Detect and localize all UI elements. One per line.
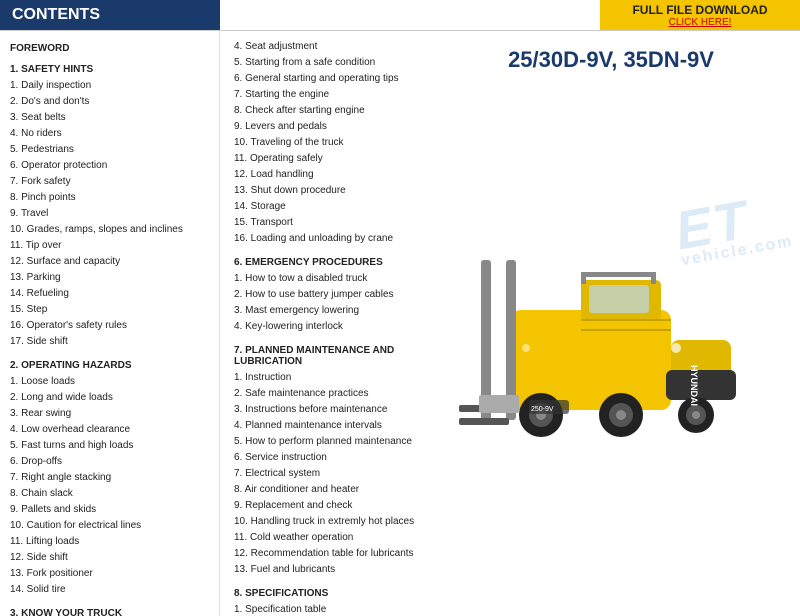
download-area[interactable]: FULL FILE DOWNLOAD CLICK HERE! [600,0,800,30]
section-title: 6. EMERGENCY PROCEDURES [234,257,426,268]
list-item: 4. Key-lowering interlock [234,319,426,335]
list-item: 12. Side shift [10,550,209,566]
list-item: 2. How to use battery jumper cables [234,287,426,303]
list-item: 11. Cold weather operation [234,530,426,546]
list-item: 11. Lifting loads [10,534,209,550]
contents-title: CONTENTS [12,6,100,24]
right-top: 4. Seat adjustment5. Starting from a saf… [234,39,786,616]
model-title: 25/30D-9V, 35DN-9V [508,47,714,73]
list-item: 9. Replacement and check [234,498,426,514]
list-item: 5. Pedestrians [10,142,209,158]
download-sub[interactable]: CLICK HERE! [669,17,732,28]
contents-label: CONTENTS [0,0,220,30]
list-item: 8. Air conditioner and heater [234,482,426,498]
list-item: 14. Refueling [10,286,209,302]
list-item: 1. Instruction [234,370,426,386]
list-item: 7. Right angle stacking [10,470,209,486]
list-item: 10. Handling truck in extremly hot place… [234,514,426,530]
list-item: 3. Instructions before maintenance [234,402,426,418]
list-item: 17. Side shift [10,334,209,350]
list-item: 16. Loading and unloading by crane [234,231,426,247]
list-item: 4. Low overhead clearance [10,422,209,438]
list-item: 3. Mast emergency lowering [234,303,426,319]
list-item: 12. Recommendation table for lubricants [234,546,426,562]
section-title: 3. KNOW YOUR TRUCK [10,608,209,616]
right-right: ET vehicle.com 25/30D-9V, 35DN-9V [426,39,786,616]
svg-text:250-9V: 250-9V [531,406,554,413]
download-title: FULL FILE DOWNLOAD [632,3,767,17]
list-item: 12. Surface and capacity [10,254,209,270]
list-item: 7. Fork safety [10,174,209,190]
list-item: 5. Starting from a safe condition [234,55,426,71]
right-sections: 6. EMERGENCY PROCEDURES 1. How to tow a d… [234,257,426,616]
left-sections: 1. SAFETY HINTS 1. Daily inspection2. Do'… [10,64,209,616]
section-title: 7. PLANNED MAINTENANCE AND LUBRICATION [234,345,426,367]
list-item: 6. Operator protection [10,158,209,174]
list-item: 10. Grades, ramps, slopes and inclines [10,222,209,238]
page-header: CONTENTS FULL FILE DOWNLOAD CLICK HERE! [0,0,800,30]
list-item: 2. Long and wide loads [10,390,209,406]
list-item: 13. Fork positioner [10,566,209,582]
list-item: 12. Load handling [234,167,426,183]
list-item: 1. Daily inspection [10,78,209,94]
list-item: 6. Service instruction [234,450,426,466]
list-item: 3. Rear swing [10,406,209,422]
list-item: 4. Seat adjustment [234,39,426,55]
list-item: 7. Electrical system [234,466,426,482]
svg-text:HYUNDAI: HYUNDAI [689,365,699,406]
list-item: 13. Shut down procedure [234,183,426,199]
list-item: 14. Solid tire [10,582,209,598]
list-item: 7. Starting the engine [234,87,426,103]
list-item: 1. How to tow a disabled truck [234,271,426,287]
continuing-items: 4. Seat adjustment5. Starting from a saf… [234,39,426,247]
header-spacer [220,0,600,30]
list-item: 5. How to perform planned maintenance [234,434,426,450]
list-item: 1. Specification table [234,602,426,616]
foreword-label: FOREWORD [10,43,209,54]
list-item: 11. Tip over [10,238,209,254]
list-item: 4. Planned maintenance intervals [234,418,426,434]
list-item: 15. Transport [234,215,426,231]
forklift-svg: HYUNDAI 250-9V [451,230,771,470]
forklift-image: HYUNDAI 250-9V [451,81,771,616]
list-item: 6. Drop-offs [10,454,209,470]
list-item: 8. Pinch points [10,190,209,206]
section-title: 2. OPERATING HAZARDS [10,360,209,371]
list-item: 13. Parking [10,270,209,286]
list-item: 14. Storage [234,199,426,215]
list-item: 5. Fast turns and high loads [10,438,209,454]
list-item: 8. Chain slack [10,486,209,502]
list-item: 9. Pallets and skids [10,502,209,518]
list-item: 9. Levers and pedals [234,119,426,135]
list-item: 6. General starting and operating tips [234,71,426,87]
right-column: 4. Seat adjustment5. Starting from a saf… [220,31,800,616]
list-item: 11. Operating safely [234,151,426,167]
list-item: 2. Do's and don'ts [10,94,209,110]
list-item: 4. No riders [10,126,209,142]
list-item: 15. Step [10,302,209,318]
list-item: 3. Seat belts [10,110,209,126]
list-item: 2. Safe maintenance practices [234,386,426,402]
section-title: 8. SPECIFICATIONS [234,588,426,599]
list-item: 10. Caution for electrical lines [10,518,209,534]
list-item: 9. Travel [10,206,209,222]
list-item: 16. Operator's safety rules [10,318,209,334]
section-title: 1. SAFETY HINTS [10,64,209,75]
list-item: 13. Fuel and lubricants [234,562,426,578]
right-list: 4. Seat adjustment5. Starting from a saf… [234,39,426,616]
left-column: FOREWORD 1. SAFETY HINTS 1. Daily inspect… [0,31,220,616]
list-item: 1. Loose loads [10,374,209,390]
list-item: 8. Check after starting engine [234,103,426,119]
main-content: FOREWORD 1. SAFETY HINTS 1. Daily inspect… [0,30,800,616]
list-item: 10. Traveling of the truck [234,135,426,151]
